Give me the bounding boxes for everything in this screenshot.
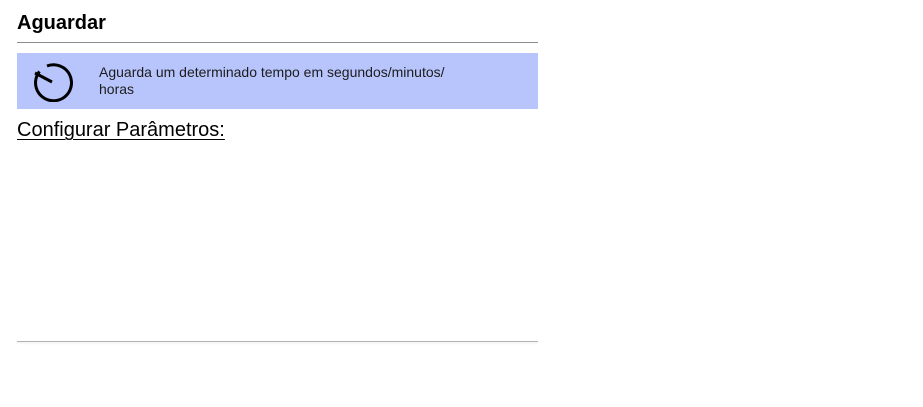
parameters-area	[17, 150, 538, 338]
timer-icon	[31, 62, 74, 103]
configure-parameters-heading: Configurar Parâmetros:	[17, 119, 225, 141]
panel-title: Aguardar	[17, 12, 106, 34]
action-description-box: Aguarda um determinado tempo em segundos…	[17, 53, 538, 109]
action-description: Aguarda um determinado tempo em segundos…	[99, 64, 445, 97]
bottom-divider	[17, 341, 538, 342]
title-divider	[17, 42, 538, 43]
wait-action-panel: Aguardar Aguarda um determinado tempo em…	[17, 0, 538, 407]
